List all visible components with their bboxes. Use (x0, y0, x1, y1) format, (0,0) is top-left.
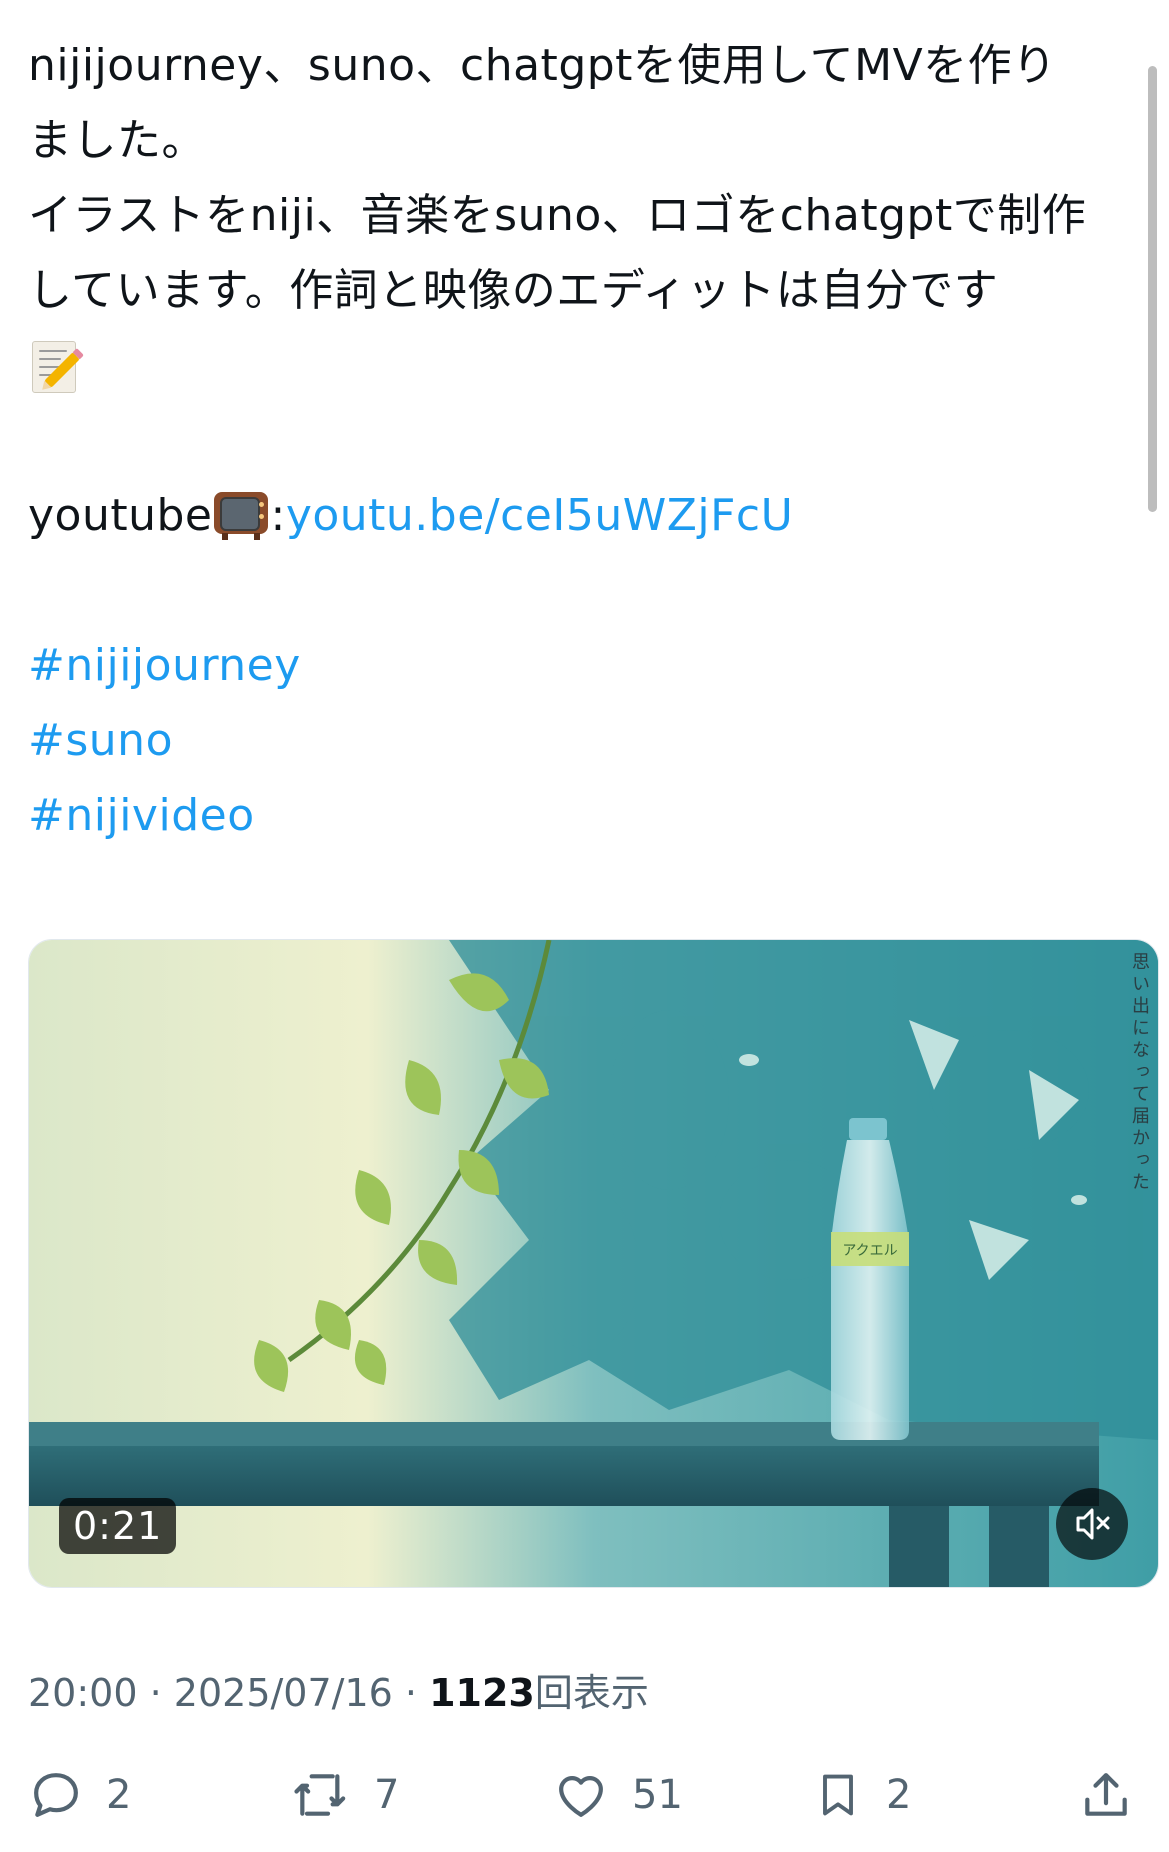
scrollbar[interactable] (1148, 66, 1157, 512)
action-bar: 2 7 51 2 (0, 1755, 1169, 1835)
reply-icon (34, 1773, 78, 1817)
video-frame: アクエル (29, 940, 1158, 1587)
bookmark-icon (823, 1774, 853, 1816)
post-line: ました。 (28, 115, 206, 166)
bookmark-button[interactable]: 2 (812, 1755, 911, 1835)
share-button[interactable] (1078, 1755, 1134, 1835)
youtube-line: youtube :youtu.be/ceI5uWZjFcU (28, 478, 1138, 553)
like-count: 51 (632, 1772, 683, 1818)
view-count: 1123 (429, 1671, 535, 1715)
post-line: nijijourney、suno、chatgptを使用してMVを作り (28, 40, 1057, 91)
hashtag-link[interactable]: #nijivideo (28, 778, 1138, 853)
youtube-link[interactable]: youtu.be/ceI5uWZjFcU (286, 490, 794, 541)
repost-button[interactable]: 7 (290, 1755, 399, 1835)
youtube-prefix: youtube (28, 490, 213, 541)
mute-icon (1076, 1508, 1110, 1540)
post-line: しています。作詞と映像のエディットは自分です (28, 265, 999, 316)
like-icon (559, 1776, 603, 1817)
post-time: 20:00 (28, 1671, 138, 1715)
youtube-colon: : (270, 490, 286, 541)
share-icon (1085, 1773, 1127, 1816)
tv-emoji-icon (214, 488, 269, 540)
repost-count: 7 (374, 1772, 400, 1818)
post-text: nijijourney、suno、chatgptを使用してMVを作り ました。 … (28, 28, 1138, 853)
reply-count: 2 (106, 1772, 132, 1818)
reply-button[interactable]: 2 (28, 1755, 131, 1835)
hashtag-link[interactable]: #nijijourney (28, 628, 1138, 703)
like-button[interactable]: 51 (552, 1755, 683, 1835)
hashtag-link[interactable]: #suno (28, 703, 1138, 778)
video-player[interactable]: アクエル 思い出になって届かった 0:21 (28, 939, 1159, 1588)
meta-separator: · (149, 1671, 162, 1715)
memo-emoji-icon (28, 337, 80, 393)
bookmark-count: 2 (886, 1772, 912, 1818)
video-side-caption: 思い出になって届かった (1129, 952, 1150, 1194)
post-date[interactable]: 2025/07/16 (174, 1671, 393, 1715)
view-label: 回表示 (534, 1671, 649, 1715)
post-meta: 20:00 · 2025/07/16 · 1123回表示 (28, 1662, 649, 1717)
post-line: イラストをniji、音楽をsuno、ロゴをchatgptで制作 (28, 190, 1087, 241)
memo-line (28, 328, 1138, 403)
mute-button[interactable] (1056, 1488, 1128, 1560)
repost-icon (294, 1774, 346, 1816)
svg-text:アクエル: アクエル (842, 1243, 897, 1259)
meta-separator: · (404, 1671, 418, 1715)
video-duration: 0:21 (59, 1498, 177, 1554)
